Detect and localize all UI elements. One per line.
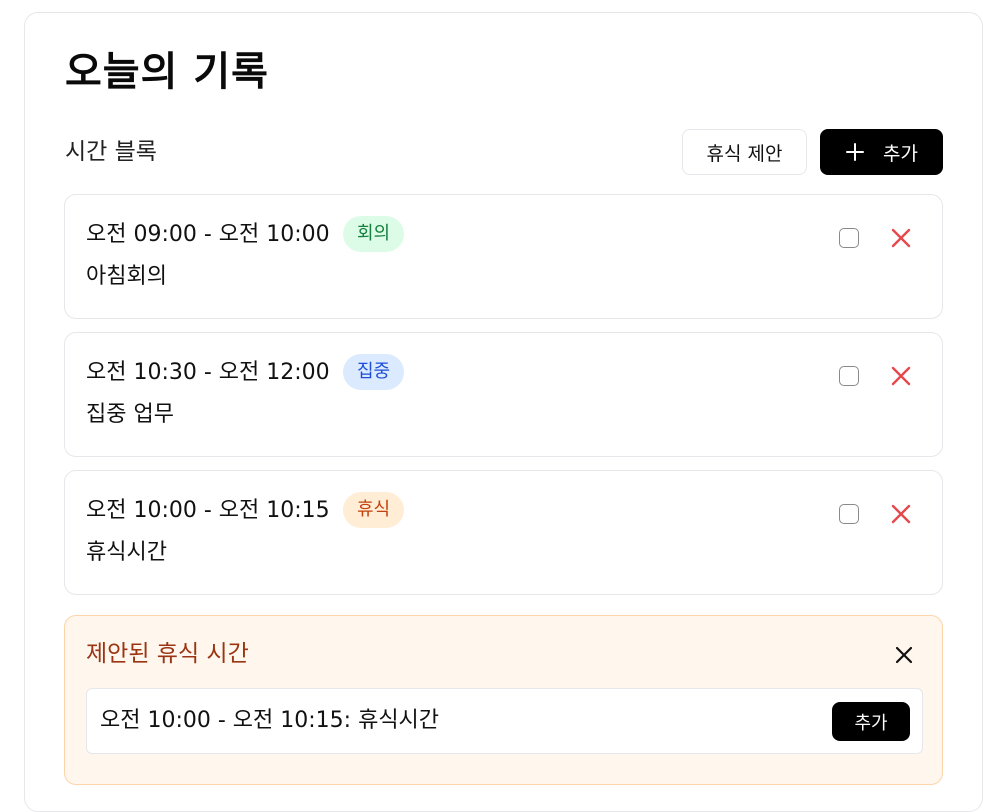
add-block-label: 추가 bbox=[883, 142, 918, 165]
delete-icon[interactable] bbox=[888, 225, 914, 251]
suggested-break-text: 오전 10:00 - 오전 10:15: 휴식시간 bbox=[100, 708, 440, 733]
block-name: 집중 업무 bbox=[86, 402, 174, 427]
suggested-breaks-panel: 제안된 휴식 시간 오전 10:00 - 오전 10:15: 휴식시간 추가 bbox=[64, 615, 943, 785]
complete-checkbox[interactable] bbox=[839, 366, 859, 386]
add-suggested-break-button[interactable]: 추가 bbox=[832, 702, 910, 741]
block-time: 오전 09:00 - 오전 10:00 bbox=[86, 222, 330, 247]
add-block-button[interactable]: 추가 bbox=[820, 129, 943, 175]
close-icon[interactable] bbox=[893, 644, 915, 666]
time-block: 오전 09:00 - 오전 10:00 회의 아침회의 bbox=[64, 194, 943, 319]
suggested-breaks-title: 제안된 휴식 시간 bbox=[86, 641, 249, 667]
plus-icon bbox=[845, 142, 865, 162]
block-name: 휴식시간 bbox=[86, 540, 167, 565]
block-name: 아침회의 bbox=[86, 264, 167, 289]
complete-checkbox[interactable] bbox=[839, 228, 859, 248]
tag-badge: 휴식 bbox=[343, 492, 405, 528]
tag-badge: 회의 bbox=[343, 216, 405, 252]
time-block: 오전 10:30 - 오전 12:00 집중 집중 업무 bbox=[64, 332, 943, 457]
page-title: 오늘의 기록 bbox=[65, 49, 269, 95]
delete-icon[interactable] bbox=[888, 501, 914, 527]
block-time: 오전 10:00 - 오전 10:15 bbox=[86, 498, 330, 523]
tag-badge: 집중 bbox=[343, 354, 405, 390]
section-label: 시간 블록 bbox=[65, 139, 157, 165]
block-time: 오전 10:30 - 오전 12:00 bbox=[86, 360, 330, 385]
suggested-break-item: 오전 10:00 - 오전 10:15: 휴식시간 추가 bbox=[86, 688, 923, 754]
delete-icon[interactable] bbox=[888, 363, 914, 389]
time-block: 오전 10:00 - 오전 10:15 휴식 휴식시간 bbox=[64, 470, 943, 595]
suggest-break-button[interactable]: 휴식 제안 bbox=[682, 129, 807, 175]
complete-checkbox[interactable] bbox=[839, 504, 859, 524]
